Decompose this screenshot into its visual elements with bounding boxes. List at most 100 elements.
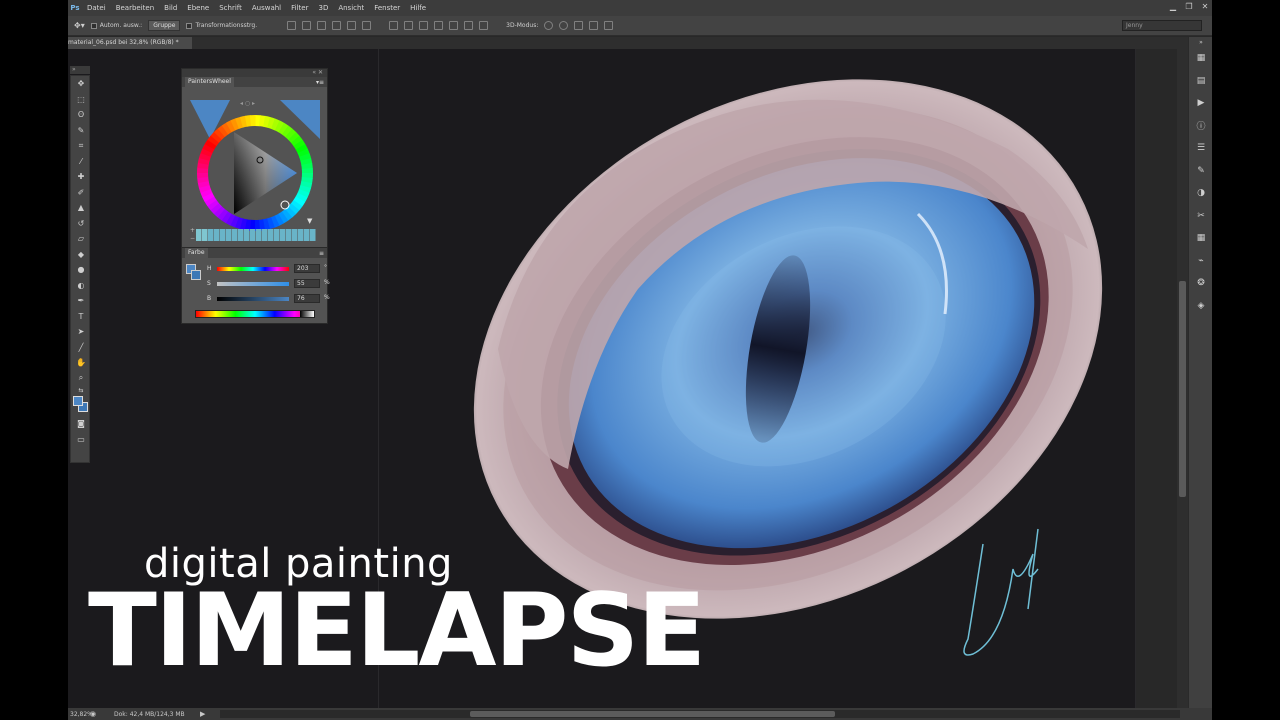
- color-wheel-area[interactable]: ◂ ○ ▸ ▼ + −: [182, 87, 327, 247]
- 3d-scale-icon[interactable]: [604, 21, 614, 30]
- document-tab[interactable]: material_06.psd bei 32,8% (RGB/8) *: [68, 37, 192, 49]
- menu-auswahl[interactable]: Auswahl: [247, 4, 286, 12]
- auto-align-icon[interactable]: [479, 21, 489, 30]
- swatches-icon[interactable]: ▦: [1189, 227, 1212, 250]
- distribute-right-icon[interactable]: [464, 21, 474, 30]
- distribute-top-icon[interactable]: [389, 21, 399, 30]
- history-icon[interactable]: ▦: [1189, 47, 1212, 70]
- distribute-bottom-icon[interactable]: [419, 21, 429, 30]
- workspace-dropdown[interactable]: Jenny: [1122, 20, 1202, 31]
- channels-icon[interactable]: ❂: [1189, 272, 1212, 295]
- document-size-info: Dok: 42,4 MB/124,3 MB: [114, 710, 185, 718]
- brush-icon[interactable]: ✐: [71, 185, 91, 201]
- path-select-icon[interactable]: ➤: [71, 324, 91, 340]
- minimize-icon[interactable]: ▁: [1166, 1, 1180, 13]
- menu-ebene[interactable]: Ebene: [182, 4, 214, 12]
- screen-mode-icon[interactable]: ▭: [71, 432, 91, 448]
- menu-filter[interactable]: Filter: [286, 4, 313, 12]
- move-icon[interactable]: ✥: [71, 76, 91, 92]
- move-tool-preset-icon[interactable]: ✥▾: [74, 21, 85, 30]
- align-hcenter-icon[interactable]: [347, 21, 357, 30]
- styles-icon[interactable]: ◑: [1189, 182, 1212, 205]
- transform-controls-checkbox[interactable]: Transformationsstrg.: [186, 22, 257, 29]
- toolbox-header[interactable]: »: [70, 66, 90, 74]
- menu-hilfe[interactable]: Hilfe: [405, 4, 431, 12]
- status-menu-arrow-icon[interactable]: ▶: [200, 710, 205, 718]
- distribute-vcenter-icon[interactable]: [404, 21, 414, 30]
- align-bottom-icon[interactable]: [317, 21, 327, 30]
- dodge-icon[interactable]: ◐: [71, 278, 91, 294]
- 3d-slide-icon[interactable]: [589, 21, 599, 30]
- healing-icon[interactable]: ✚: [71, 169, 91, 185]
- menu-3d[interactable]: 3D: [313, 4, 333, 12]
- tool-presets-icon[interactable]: ✂: [1189, 205, 1212, 228]
- layers-icon[interactable]: ◈: [1189, 295, 1212, 318]
- foreground-color-swatch[interactable]: [73, 396, 83, 406]
- zoom-icon[interactable]: ⌕: [71, 371, 91, 387]
- menu-datei[interactable]: Datei: [82, 4, 111, 12]
- zoom-level[interactable]: 32,82%: [68, 711, 93, 718]
- color-swatches[interactable]: [71, 394, 89, 416]
- hand-icon[interactable]: ✋: [71, 355, 91, 371]
- info-icon[interactable]: ⓘ: [1189, 115, 1212, 138]
- auto-select-dropdown[interactable]: Gruppe: [148, 20, 181, 31]
- menu-bearbeiten[interactable]: Bearbeiten: [111, 4, 159, 12]
- blur-icon[interactable]: ●: [71, 262, 91, 278]
- pen-icon[interactable]: ✒: [71, 293, 91, 309]
- color-wheel-svg[interactable]: ◂ ○ ▸ ▼ + −: [182, 87, 329, 247]
- brightness-slider[interactable]: [217, 297, 289, 301]
- history-brush-icon[interactable]: ↺: [71, 216, 91, 232]
- panel-collapse-icon[interactable]: « ✕: [182, 69, 327, 77]
- 3d-roll-icon[interactable]: [559, 21, 569, 30]
- horizontal-scroll-thumb[interactable]: [470, 711, 835, 717]
- saturation-slider[interactable]: [217, 282, 289, 286]
- horizontal-scrollbar[interactable]: [220, 710, 1180, 718]
- distribute-left-icon[interactable]: [434, 21, 444, 30]
- dock-collapse-icon[interactable]: »: [1189, 37, 1212, 47]
- stamp-icon[interactable]: ▲: [71, 200, 91, 216]
- menu-schrift[interactable]: Schrift: [214, 4, 247, 12]
- paths-icon[interactable]: ⌁: [1189, 250, 1212, 273]
- eraser-icon[interactable]: ▱: [71, 231, 91, 247]
- actions-play-icon[interactable]: ▶: [1189, 92, 1212, 115]
- vertical-scroll-thumb[interactable]: [1179, 281, 1186, 497]
- hue-slider[interactable]: [217, 267, 289, 271]
- marquee-icon[interactable]: ⬚: [71, 92, 91, 108]
- quick-select-icon[interactable]: ✎: [71, 123, 91, 139]
- swap-colors-icon[interactable]: ⇆: [71, 386, 91, 394]
- bg-color-chip[interactable]: [191, 270, 201, 280]
- align-right-icon[interactable]: [362, 21, 372, 30]
- hue-value-field[interactable]: 203: [294, 264, 320, 273]
- auto-select-checkbox[interactable]: Autom. ausw.:: [90, 22, 142, 29]
- align-vcenter-icon[interactable]: [302, 21, 312, 30]
- bucket-icon[interactable]: ◆: [71, 247, 91, 263]
- panel-menu-icon[interactable]: ▾≡: [316, 79, 324, 86]
- crop-icon[interactable]: ⌗: [71, 138, 91, 154]
- color-spectrum-bar[interactable]: [195, 310, 315, 318]
- properties-icon[interactable]: ▤: [1189, 70, 1212, 93]
- adjustments-icon[interactable]: ☰: [1189, 137, 1212, 160]
- lasso-icon[interactable]: ʘ: [71, 107, 91, 123]
- line-icon[interactable]: ╱: [71, 340, 91, 356]
- vertical-scrollbar[interactable]: [1177, 49, 1188, 709]
- align-top-icon[interactable]: [287, 21, 297, 30]
- menu-fenster[interactable]: Fenster: [369, 4, 405, 12]
- eyedropper-icon[interactable]: ⁄: [71, 154, 91, 170]
- brush-presets-icon[interactable]: ✎: [1189, 160, 1212, 183]
- distribute-hcenter-icon[interactable]: [449, 21, 459, 30]
- quick-mask-icon[interactable]: ◙: [71, 416, 91, 432]
- align-left-icon[interactable]: [332, 21, 342, 30]
- status-info-icon[interactable]: ◉: [90, 710, 100, 718]
- saturation-value-field[interactable]: 55: [294, 279, 320, 288]
- restore-icon[interactable]: ❐: [1182, 1, 1196, 13]
- menu-bild[interactable]: Bild: [159, 4, 182, 12]
- type-icon[interactable]: T: [71, 309, 91, 325]
- menu-ansicht[interactable]: Ansicht: [333, 4, 369, 12]
- close-icon[interactable]: ✕: [1198, 1, 1212, 13]
- panel-menu-icon[interactable]: ≡: [319, 250, 324, 257]
- brightness-value-field[interactable]: 76: [294, 294, 320, 303]
- color-panel-tab[interactable]: Farbe: [185, 248, 208, 258]
- 3d-rotate-icon[interactable]: [544, 21, 554, 30]
- 3d-pan-icon[interactable]: [574, 21, 584, 30]
- painters-wheel-tab[interactable]: PaintersWheel: [185, 77, 234, 87]
